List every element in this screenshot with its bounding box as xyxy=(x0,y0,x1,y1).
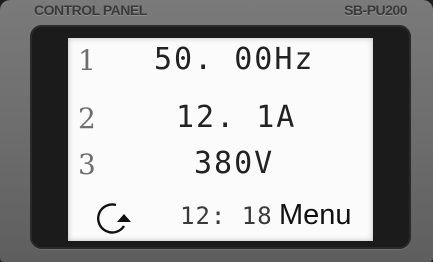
reading-row-current: 2 12. 1A xyxy=(68,100,373,144)
model-label: SB-PU200 xyxy=(344,2,407,18)
lcd-screen: 1 50. 00Hz 2 12. 1A 3 380V 12: 18 Menu xyxy=(68,38,373,241)
status-bar: 12: 18 Menu xyxy=(68,196,373,236)
control-panel: CONTROL PANEL SB-PU200 1 50. 00Hz 2 12. … xyxy=(0,0,433,262)
voltage-value: 380V xyxy=(194,146,275,181)
clock-display: 12: 18 xyxy=(180,202,273,230)
reading-row-voltage: 3 380V xyxy=(68,146,373,190)
panel-title: CONTROL PANEL xyxy=(34,2,147,18)
frequency-value: 50. 00Hz xyxy=(154,42,315,77)
rotate-clockwise-icon xyxy=(97,203,131,234)
row-index: 1 xyxy=(78,44,96,77)
row-index: 3 xyxy=(78,148,96,181)
menu-button[interactable]: Menu xyxy=(279,199,352,232)
row-index: 2 xyxy=(78,102,96,135)
current-value: 12. 1A xyxy=(176,100,297,135)
reading-row-frequency: 1 50. 00Hz xyxy=(68,42,373,86)
